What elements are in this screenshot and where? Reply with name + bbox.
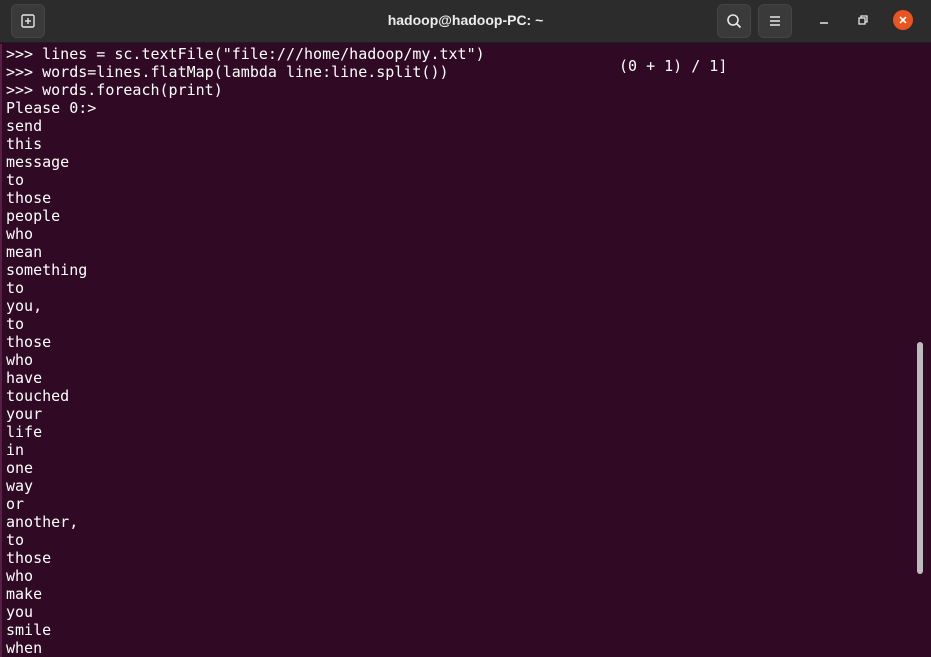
close-icon <box>899 16 907 24</box>
terminal-lines: >>> lines = sc.textFile("file:///home/ha… <box>6 45 485 657</box>
terminal-line: way <box>6 477 34 495</box>
window-left-edge <box>0 44 2 657</box>
close-button[interactable] <box>893 10 913 30</box>
terminal-line: have <box>6 369 43 387</box>
minimize-icon <box>820 22 828 24</box>
terminal-line: those <box>6 549 52 567</box>
terminal-line: to <box>6 531 25 549</box>
terminal-line: make <box>6 585 43 603</box>
maximize-button[interactable] <box>853 10 873 30</box>
terminal-line: who <box>6 351 34 369</box>
scrollbar-thumb[interactable] <box>917 342 923 574</box>
terminal-line: you <box>6 603 34 621</box>
terminal-line: when <box>6 639 43 657</box>
minimize-button[interactable] <box>814 10 834 30</box>
terminal-line: or <box>6 495 25 513</box>
spark-progress-indicator: (0 + 1) / 1] <box>619 57 728 75</box>
terminal-line: you, <box>6 297 43 315</box>
terminal-line: those <box>6 189 52 207</box>
hamburger-menu-icon <box>770 16 780 26</box>
terminal-line: Please 0:> <box>6 99 97 117</box>
terminal-line: to <box>6 279 25 297</box>
terminal-line: mean <box>6 243 43 261</box>
terminal-line: to <box>6 315 25 333</box>
terminal-line: smile <box>6 621 52 639</box>
terminal-line: >>> lines = sc.textFile("file:///home/ha… <box>6 45 485 63</box>
terminal-output[interactable]: >>> lines = sc.textFile("file:///home/ha… <box>0 44 931 657</box>
terminal-line: >>> words=lines.flatMap(lambda line:line… <box>6 63 449 81</box>
terminal-line: who <box>6 225 34 243</box>
terminal-line: those <box>6 333 52 351</box>
menu-button[interactable] <box>758 4 792 38</box>
terminal-line: to <box>6 171 25 189</box>
terminal-line: in <box>6 441 25 459</box>
terminal-line: message <box>6 153 70 171</box>
terminal-line: who <box>6 567 34 585</box>
terminal-line: send <box>6 117 43 135</box>
terminal-line: another, <box>6 513 79 531</box>
terminal-window: hadoop@hadoop-PC: ~ >>> lines = sc.textF… <box>0 0 931 657</box>
terminal-line: this <box>6 135 43 153</box>
terminal-line: your <box>6 405 43 423</box>
terminal-line: something <box>6 261 88 279</box>
title-bar[interactable]: hadoop@hadoop-PC: ~ <box>0 0 931 43</box>
terminal-line: one <box>6 459 34 477</box>
terminal-line: touched <box>6 387 70 405</box>
terminal-line: people <box>6 207 61 225</box>
search-button[interactable] <box>717 4 751 38</box>
restore-icon <box>858 15 868 25</box>
close-circle <box>893 10 913 30</box>
terminal-line: life <box>6 423 43 441</box>
search-icon <box>727 14 742 29</box>
terminal-line: >>> words.foreach(print) <box>6 81 223 99</box>
